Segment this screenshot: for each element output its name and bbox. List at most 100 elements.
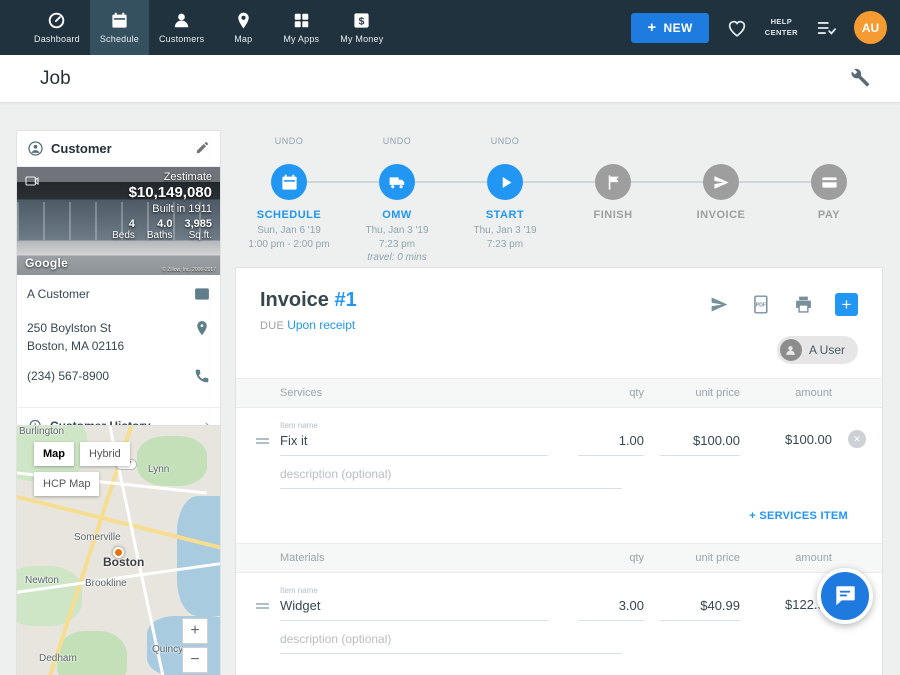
qty-cell: [578, 596, 644, 621]
material-line-item: Item name $122.97 ✕: [236, 573, 882, 621]
chat-bubble-button[interactable]: [817, 568, 873, 624]
zestimate-overlay: Zestimate $10,149,080 Built in 1911 4 Be…: [112, 171, 212, 241]
material-description-row: [236, 621, 882, 654]
material-item-name-input[interactable]: [280, 596, 548, 621]
step-datetime: Sun, Jan 6 '19 1:00 pm - 2:00 pm: [248, 224, 329, 251]
add-services-item-link[interactable]: + SERVICES ITEM: [749, 510, 848, 522]
due-label: DUE: [260, 320, 284, 332]
start-step-button[interactable]: [487, 164, 523, 200]
nav-item-schedule[interactable]: Schedule: [90, 0, 149, 55]
service-qty-input[interactable]: [578, 431, 644, 456]
invoice-header: Invoice #1 DUE Upon receipt PDF: [236, 268, 882, 332]
map-label: Lynn: [148, 464, 169, 475]
undo-start-link[interactable]: UNDO: [491, 136, 520, 148]
avatar-initials: AU: [862, 21, 879, 35]
invoice-actions: PDF +: [709, 289, 858, 316]
assigned-user-row: A User: [236, 332, 882, 378]
due-value-link[interactable]: Upon receipt: [287, 318, 355, 332]
top-nav: Dashboard Schedule Customers Map: [0, 0, 900, 55]
nav-item-dashboard[interactable]: Dashboard: [24, 0, 90, 55]
beds-label: Beds: [112, 230, 135, 241]
nav-item-map[interactable]: Map: [214, 0, 272, 55]
customers-icon: [172, 11, 191, 30]
property-photo[interactable]: Zestimate $10,149,080 Built in 1911 4 Be…: [17, 167, 220, 275]
drag-handle-icon[interactable]: [256, 601, 280, 621]
map-label: Boston: [103, 555, 144, 569]
drag-handle-icon[interactable]: [256, 436, 280, 456]
contact-info: A Customer 250 Boylston St Boston, MA 02…: [17, 275, 220, 407]
nav-item-customers[interactable]: Customers: [149, 0, 214, 55]
new-button[interactable]: + NEW: [631, 13, 708, 43]
unit-price-cell: [660, 431, 740, 456]
material-description-input[interactable]: [280, 630, 622, 654]
customer-name: A Customer: [27, 285, 194, 303]
new-button-label: NEW: [664, 21, 693, 35]
health-heart-icon[interactable]: [726, 17, 748, 39]
send-invoice-icon[interactable]: [709, 294, 730, 315]
step-time: 7:23 pm: [365, 238, 428, 252]
edit-pencil-icon[interactable]: [195, 140, 210, 158]
map-layer-button-hybrid[interactable]: Hybrid: [80, 442, 130, 466]
pay-step-button[interactable]: [811, 164, 847, 200]
job-tags-wrench-icon[interactable]: [849, 67, 870, 91]
step-pay: PAY: [775, 136, 883, 265]
print-icon[interactable]: [793, 294, 814, 315]
undo-schedule-link[interactable]: UNDO: [275, 136, 304, 148]
map-layer-button-hcp[interactable]: HCP Map: [34, 472, 99, 496]
contact-card-icon[interactable]: [194, 286, 210, 307]
finish-step-button[interactable]: [595, 164, 631, 200]
unit-price-cell: [660, 596, 740, 621]
service-description-row: [236, 456, 882, 489]
phone-icon[interactable]: [194, 368, 210, 389]
calendar-icon: [280, 173, 299, 192]
unit-price-column-header: unit price: [660, 552, 740, 564]
qty-column-header: qty: [578, 552, 644, 564]
step-invoice: INVOICE: [667, 136, 775, 265]
chat-icon: [832, 583, 858, 609]
pdf-icon[interactable]: PDF: [751, 294, 772, 315]
materials-section-header: Materials qty unit price amount: [236, 543, 882, 573]
location-pin-icon[interactable]: [194, 320, 210, 341]
user-avatar[interactable]: AU: [854, 11, 887, 44]
omw-step-button[interactable]: [379, 164, 415, 200]
map-label: Dedham: [39, 653, 77, 664]
assigned-user-pill[interactable]: A User: [777, 336, 858, 364]
money-icon: $: [352, 11, 371, 30]
material-qty-input[interactable]: [578, 596, 644, 621]
undo-omw-link[interactable]: UNDO: [383, 136, 412, 148]
job-location-marker[interactable]: [113, 547, 124, 558]
invoice-step-button[interactable]: [703, 164, 739, 200]
map-label: Quincy: [152, 644, 183, 655]
map-card: Burlington Lynn Somerville Boston Newton…: [16, 425, 221, 675]
step-date: Thu, Jan 3 '19: [473, 224, 536, 238]
remove-item-icon[interactable]: ✕: [848, 430, 866, 448]
zillow-attribution: © Zillow, Inc. 2006-2017: [162, 267, 216, 273]
stat-beds: 4 Beds: [112, 218, 135, 241]
dashboard-icon: [47, 11, 66, 30]
zoom-in-button[interactable]: +: [182, 618, 208, 644]
zoom-out-button[interactable]: −: [182, 647, 208, 673]
schedule-step-button[interactable]: [271, 164, 307, 200]
help-center-link[interactable]: HELP CENTER: [765, 17, 798, 39]
material-unit-price-input[interactable]: [660, 596, 740, 621]
plus-icon: +: [647, 19, 656, 36]
service-item-name-input[interactable]: [280, 431, 548, 456]
svg-text:PDF: PDF: [756, 303, 767, 309]
customer-card-title: Customer: [51, 141, 188, 156]
add-line-item-button[interactable]: +: [835, 293, 858, 316]
map-pin-icon: [234, 11, 253, 30]
activity-list-icon[interactable]: [815, 17, 837, 39]
stat-sqft: 3,985 Sq.ft.: [184, 218, 212, 241]
job-progress-stepper: UNDO SCHEDULE Sun, Jan 6 '19 1:00 pm - 2…: [235, 136, 883, 261]
nav-item-my-money[interactable]: $ My Money: [330, 0, 393, 55]
service-description-input[interactable]: [280, 465, 622, 489]
map-layer-button-map[interactable]: Map: [34, 442, 74, 466]
step-label: SCHEDULE: [257, 209, 322, 221]
nav-label: Dashboard: [34, 34, 80, 44]
step-schedule: UNDO SCHEDULE Sun, Jan 6 '19 1:00 pm - 2…: [235, 136, 343, 265]
service-unit-price-input[interactable]: [660, 431, 740, 456]
map-label: Burlington: [19, 426, 64, 437]
built-year: Built in 1911: [112, 203, 212, 215]
invoice-number[interactable]: #1: [334, 289, 356, 311]
nav-item-my-apps[interactable]: My Apps: [272, 0, 330, 55]
